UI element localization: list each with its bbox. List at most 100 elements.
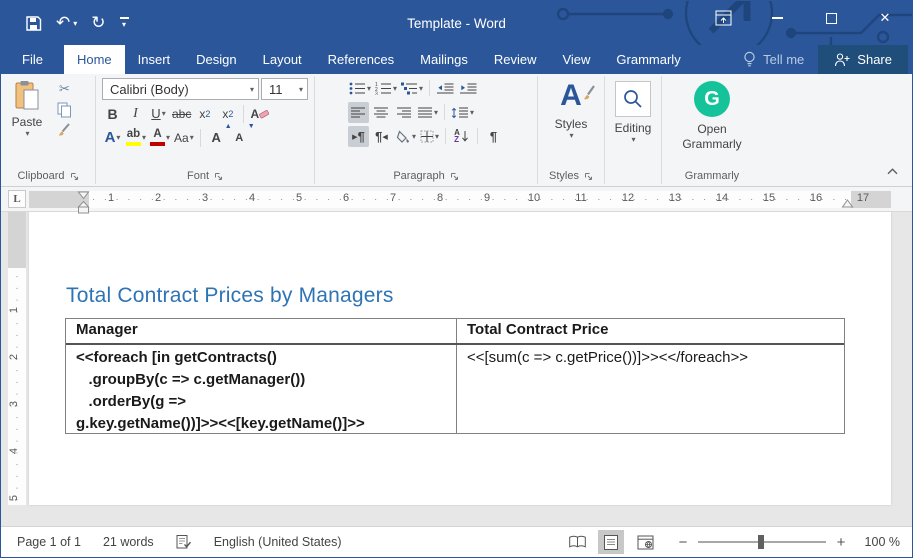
language-status[interactable]: English (United States) (214, 535, 342, 549)
read-mode-button[interactable] (564, 530, 590, 554)
tab-home[interactable]: Home (64, 45, 125, 74)
tab-selector-button[interactable]: L (8, 190, 26, 208)
align-left-button[interactable] (348, 102, 369, 123)
superscript-button[interactable]: x2 (217, 103, 238, 124)
status-bar: Page 1 of 1 21 words English (United Sta… (1, 526, 912, 557)
editing-button[interactable]: Editing ▾ (610, 78, 656, 186)
maximize-button[interactable] (804, 1, 858, 35)
paste-button[interactable]: Paste ▾ (6, 78, 48, 168)
share-button[interactable]: Share (818, 45, 908, 74)
justify-caret-icon: ▾ (434, 108, 438, 117)
format-painter-button[interactable] (54, 122, 75, 139)
table-cell-price-template[interactable]: <<[sum(c => c.getPrice())]>><</foreach>> (457, 345, 844, 433)
underline-caret-icon: ▾ (162, 109, 166, 118)
zoom-level[interactable]: 100 % (856, 535, 900, 549)
document-page[interactable]: Total Contract Prices by Managers Manage… (29, 212, 891, 505)
clear-formatting-button[interactable]: A (249, 103, 270, 124)
web-layout-button[interactable] (632, 530, 658, 554)
subscript-button[interactable]: x2 (194, 103, 215, 124)
open-grammarly-button[interactable]: G Open Grammarly (669, 78, 755, 168)
shrink-font-button[interactable]: A▼ (229, 127, 250, 148)
tab-layout[interactable]: Layout (250, 45, 315, 74)
table-header-manager[interactable]: Manager (66, 319, 457, 343)
document-table: Manager Total Contract Price <<foreach [… (65, 318, 845, 434)
bullets-button[interactable]: ▾ (348, 78, 372, 99)
styles-group-label: Styles (549, 170, 579, 182)
page-number-status[interactable]: Page 1 of 1 (17, 535, 81, 549)
ruler-row: L 1234567891011121314151617 (1, 187, 912, 212)
bold-button[interactable]: B (102, 103, 123, 124)
align-right-button[interactable] (394, 102, 415, 123)
proofing-status[interactable] (176, 534, 192, 550)
close-button[interactable]: ✕ (858, 1, 912, 35)
font-dialog-launcher-icon[interactable] (214, 172, 223, 181)
font-name-value: Calibri (Body) (110, 82, 249, 97)
change-case-button[interactable]: Aa▾ (173, 127, 195, 148)
styles-dialog-launcher-icon[interactable] (584, 172, 593, 181)
rtl-paragraph-button[interactable]: ¶◀ (371, 126, 392, 147)
strikethrough-button[interactable]: abc (171, 103, 192, 124)
clipboard-dialog-launcher-icon[interactable] (70, 172, 79, 181)
align-center-button[interactable] (371, 102, 392, 123)
text-highlight-button[interactable]: ab▾ (125, 127, 147, 148)
zoom-slider[interactable] (698, 541, 826, 543)
table-header-total-price[interactable]: Total Contract Price (457, 319, 844, 343)
tell-me-box[interactable]: Tell me (729, 45, 818, 74)
borders-button[interactable]: ▾ (419, 126, 440, 147)
vertical-ruler[interactable]: 12345 (8, 212, 26, 505)
open-grammarly-label: Open Grammarly (672, 122, 752, 152)
word-count-status[interactable]: 21 words (103, 535, 154, 549)
read-mode-icon (568, 535, 587, 549)
vruler-number: 1 (8, 307, 20, 313)
justify-button[interactable]: ▾ (417, 102, 439, 123)
paragraph-dialog-launcher-icon[interactable] (450, 172, 459, 181)
collapse-ribbon-button[interactable] (887, 162, 898, 180)
minimize-button[interactable] (750, 1, 804, 35)
font-name-select[interactable]: Calibri (Body) ▾ (102, 78, 259, 100)
right-indent-marker[interactable] (841, 199, 854, 208)
tab-mailings[interactable]: Mailings (407, 45, 481, 74)
italic-button[interactable]: I (125, 103, 146, 124)
multilevel-list-button[interactable]: ▾ (400, 78, 424, 99)
tab-insert[interactable]: Insert (125, 45, 184, 74)
underline-button[interactable]: U▾ (148, 103, 169, 124)
copy-button[interactable] (54, 101, 75, 118)
print-layout-button[interactable] (598, 530, 624, 554)
vruler-number: 5 (8, 495, 20, 501)
font-color-button[interactable]: A▾ (149, 127, 171, 148)
zoom-out-button[interactable]: − (676, 534, 690, 551)
tab-references[interactable]: References (315, 45, 407, 74)
vruler-number: 2 (8, 354, 20, 360)
search-icon (622, 88, 644, 110)
text-effects-button[interactable]: A▾ (102, 127, 123, 148)
document-area: 12345 Total Contract Prices by Managers … (1, 212, 912, 526)
grammarly-group: G Open Grammarly Grammarly (662, 74, 762, 186)
font-size-select[interactable]: 11 ▾ (261, 78, 308, 100)
paragraph-group-label: Paragraph (393, 170, 444, 182)
table-cell-manager-template[interactable]: <<foreach [in getContracts() .groupBy(c … (66, 345, 457, 433)
grow-font-button[interactable]: A▲ (206, 127, 227, 148)
document-heading[interactable]: Total Contract Prices by Managers (66, 284, 394, 308)
styles-button[interactable]: A Styles ▾ (543, 78, 599, 168)
paragraph-group: ▾ 123▾ ▾ ▾ ▾ (315, 74, 537, 186)
tab-file[interactable]: File (1, 45, 64, 74)
show-hide-formatting-button[interactable]: ¶ (483, 126, 504, 147)
tab-view[interactable]: View (549, 45, 603, 74)
shading-button[interactable]: ▾ (394, 126, 417, 147)
ribbon-display-options-button[interactable] (696, 1, 750, 35)
decrease-indent-button[interactable] (435, 78, 456, 99)
tab-grammarly[interactable]: Grammarly (603, 45, 693, 74)
horizontal-ruler[interactable]: 1234567891011121314151617 (29, 191, 891, 208)
tab-design[interactable]: Design (183, 45, 249, 74)
zoom-slider-handle[interactable] (758, 535, 764, 549)
numbering-button[interactable]: 123▾ (374, 78, 398, 99)
line-spacing-button[interactable]: ▾ (450, 102, 475, 123)
sort-button[interactable]: AZ (451, 126, 472, 147)
hruler-number: 16 (810, 192, 822, 204)
tab-review[interactable]: Review (481, 45, 550, 74)
ltr-paragraph-button[interactable]: ▶¶ (348, 126, 369, 147)
indent-markers[interactable] (77, 191, 90, 215)
increase-indent-button[interactable] (458, 78, 479, 99)
cut-button[interactable]: ✂ (54, 80, 75, 97)
zoom-in-button[interactable]: + (834, 534, 848, 551)
